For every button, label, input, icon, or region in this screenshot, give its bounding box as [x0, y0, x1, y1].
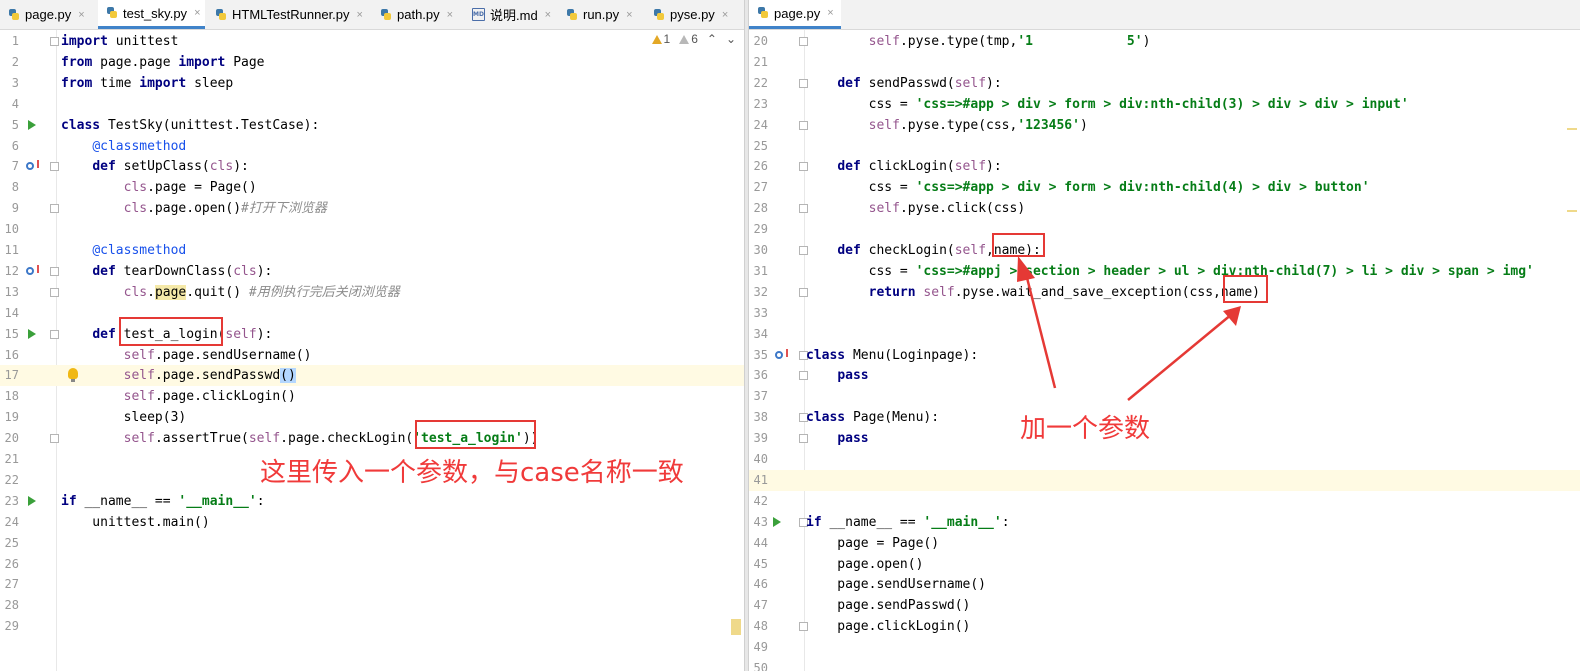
arrow-head-arg — [1223, 306, 1241, 326]
annotation-arrows — [1017, 256, 1241, 401]
arrow-head-param — [1017, 256, 1035, 282]
arrow-to-param — [1022, 265, 1057, 389]
annotation-right: 加一个参数 — [1020, 414, 1151, 444]
arrow-to-arg — [1127, 313, 1233, 401]
annotation-left: 这里传入一个参数，与case名称一致 — [260, 458, 684, 488]
